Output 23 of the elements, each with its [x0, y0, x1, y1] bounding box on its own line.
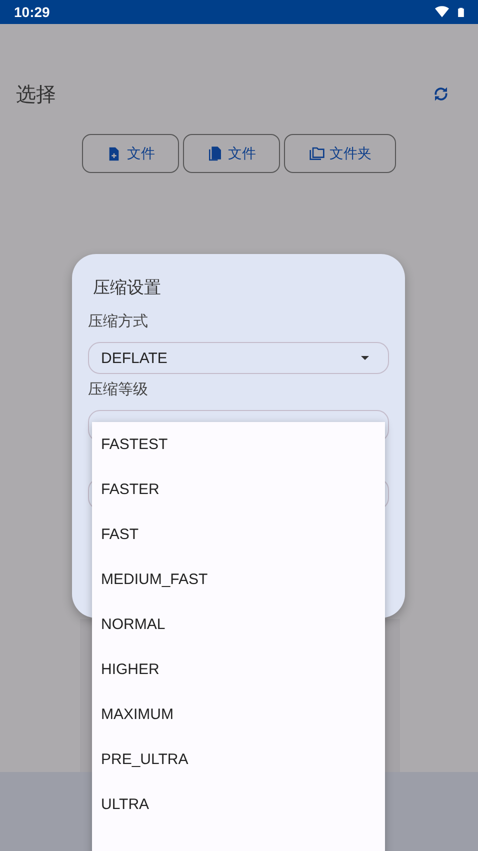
menu-item[interactable]: MEDIUM_FAST — [92, 555, 385, 603]
menu-item[interactable]: NORMAL — [92, 600, 385, 648]
dialog-title: 压缩设置 — [92, 277, 162, 300]
files-icon — [207, 146, 223, 162]
page-title: 选择 — [16, 80, 56, 108]
refresh-icon — [432, 85, 450, 103]
file-button[interactable]: 文件 — [183, 134, 280, 173]
status-time: 10:29 — [14, 4, 50, 20]
menu-item[interactable]: FAST — [92, 510, 385, 558]
field-label: 压缩方式 — [88, 312, 149, 332]
menu-item[interactable]: HIGHER — [92, 645, 385, 693]
refresh-button[interactable] — [432, 85, 450, 103]
file-button[interactable]: 文件 — [82, 134, 179, 173]
menu-item[interactable]: FASTEST — [92, 420, 385, 468]
folder-icon — [308, 146, 324, 162]
menu-item[interactable]: ULTRA — [92, 780, 385, 828]
wifi-icon — [434, 5, 450, 19]
file-button[interactable]: 文件夹 — [284, 134, 396, 173]
dropdown-field[interactable]: DEFLATE — [88, 342, 389, 374]
menu-item[interactable]: PRE_ULTRA — [92, 735, 385, 783]
field-label: 压缩等级 — [88, 380, 149, 400]
menu-item[interactable]: FASTER — [92, 465, 385, 513]
menu-item[interactable]: MAXIMUM — [92, 690, 385, 738]
